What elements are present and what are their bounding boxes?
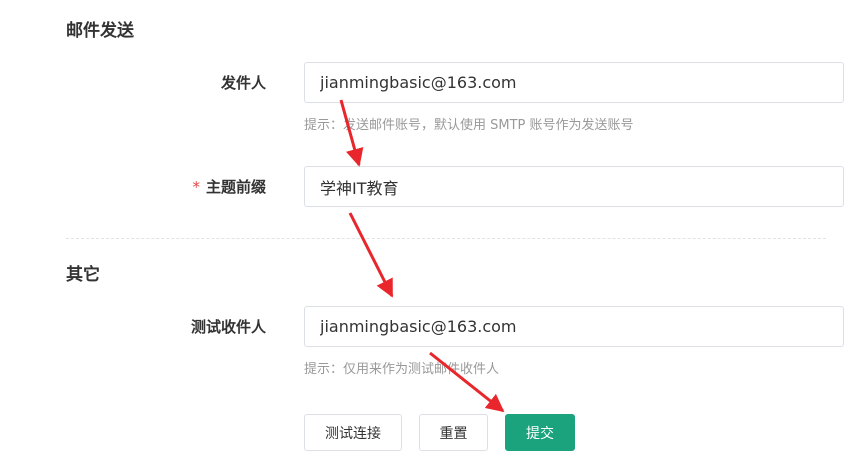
test-recipient-input[interactable]: [305, 307, 843, 346]
test-recipient-hint: 提示：仅用来作为测试邮件收件人: [304, 362, 500, 377]
sender-input[interactable]: [305, 63, 843, 102]
sender-label: 发件人: [220, 74, 266, 92]
sender-field-wrapper: [304, 62, 844, 103]
test-connection-button[interactable]: 测试连接: [304, 414, 402, 451]
required-mark: *: [192, 178, 200, 196]
test-recipient-label: 测试收件人: [190, 318, 266, 336]
section-title-other: 其它: [66, 265, 100, 285]
section-divider: [66, 238, 826, 239]
test-recipient-field-wrapper: [304, 306, 844, 347]
submit-button[interactable]: 提交: [505, 414, 575, 451]
subject-prefix-label: 主题前缀: [205, 178, 266, 196]
subject-prefix-field-wrapper: [304, 166, 844, 207]
sender-hint: 提示：发送邮件账号，默认使用 SMTP 账号作为发送账号: [304, 118, 634, 133]
reset-button[interactable]: 重置: [419, 414, 488, 451]
annotation-arrow-to-test-recipient: [348, 212, 394, 298]
subject-prefix-input[interactable]: [305, 167, 843, 206]
subject-prefix-label-row: * 主题前缀: [66, 180, 266, 195]
section-title-mail: 邮件发送: [66, 21, 134, 41]
